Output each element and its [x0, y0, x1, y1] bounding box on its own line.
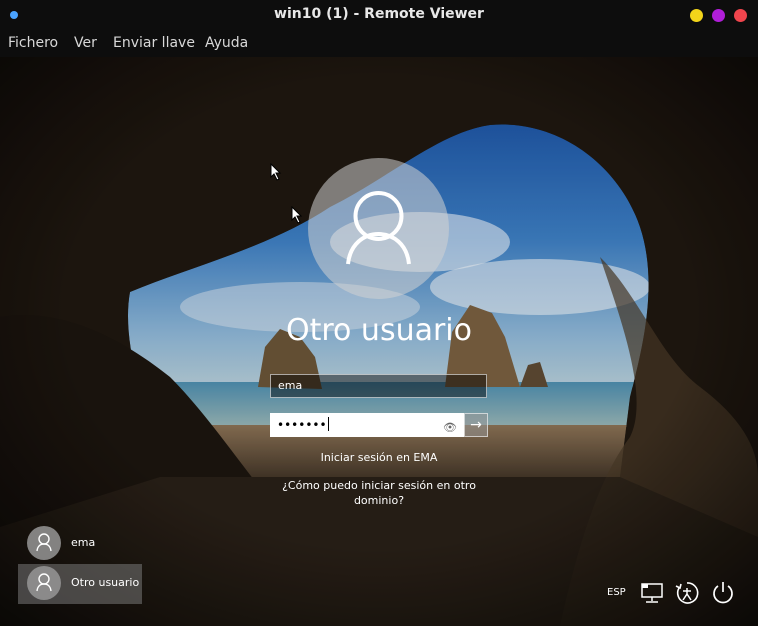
user-avatar-icon	[36, 573, 52, 592]
maximize-button[interactable]	[712, 9, 725, 22]
submit-arrow-icon: →	[470, 417, 482, 433]
menu-fichero[interactable]: Fichero	[8, 35, 58, 51]
accessibility-icon[interactable]	[674, 580, 700, 606]
language-indicator[interactable]: ESP	[607, 587, 626, 598]
user-avatar-icon	[36, 533, 52, 552]
other-domain-help-link[interactable]: ¿Cómo puedo iniciar sesión en otro domin…	[282, 478, 476, 508]
title-bar[interactable]: win10 (1) - Remote Viewer	[0, 0, 758, 30]
user-avatar-large	[308, 158, 449, 299]
text-caret	[327, 417, 329, 431]
mouse-cursor-icon	[270, 163, 282, 181]
minimize-button[interactable]	[690, 9, 703, 22]
network-icon[interactable]	[640, 581, 664, 605]
window-title: win10 (1) - Remote Viewer	[274, 6, 484, 22]
user-tile-name: Otro usuario	[71, 576, 140, 589]
user-tile-name: ema	[71, 536, 96, 549]
login-username-heading: Otro usuario	[285, 313, 472, 348]
remote-display[interactable]: Otro usuario ema ••••••• 👁 → Iniciar ses…	[0, 57, 758, 626]
close-button[interactable]	[734, 9, 747, 22]
power-icon[interactable]	[710, 580, 736, 606]
username-input[interactable]: ema	[270, 374, 487, 398]
submit-button[interactable]: →	[464, 413, 488, 437]
user-tile-avatar	[27, 566, 61, 600]
user-avatar-icon	[346, 191, 411, 265]
mouse-cursor-icon	[291, 206, 303, 224]
password-reveal-icon[interactable]: 👁	[443, 417, 457, 439]
remote-viewer-window: win10 (1) - Remote Viewer Fichero Ver En…	[0, 0, 758, 626]
menu-ayuda[interactable]: Ayuda	[205, 35, 248, 51]
sign-in-to-ema-link[interactable]: Iniciar sesión en EMA	[270, 451, 488, 464]
password-value: •••••••	[277, 418, 327, 432]
user-tile-otro-usuario[interactable]: Otro usuario	[18, 564, 142, 604]
user-tile-ema[interactable]: ema	[18, 524, 142, 564]
menu-bar: Fichero Ver Enviar llave Ayuda	[0, 30, 758, 57]
menu-enviar-llave[interactable]: Enviar llave	[113, 35, 195, 51]
menu-ver[interactable]: Ver	[74, 35, 97, 51]
password-input[interactable]: ••••••• 👁	[270, 413, 464, 437]
user-tile-avatar	[27, 526, 61, 560]
